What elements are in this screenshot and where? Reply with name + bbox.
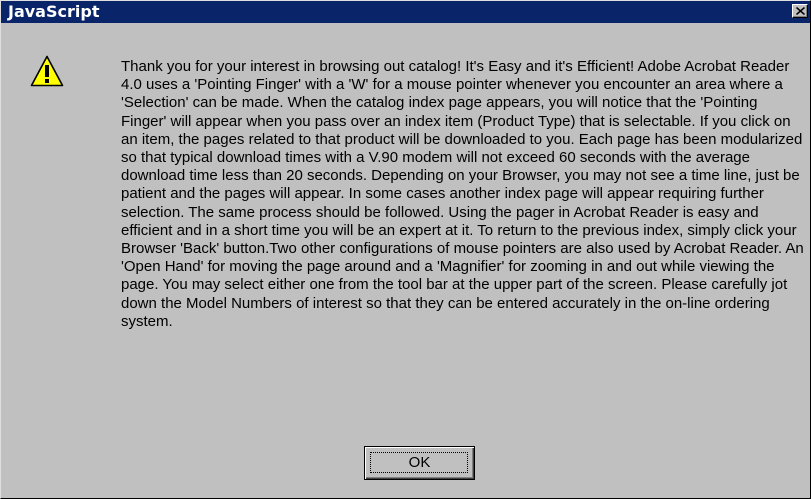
warning-icon	[30, 55, 64, 87]
title-bar[interactable]: JavaScript	[1, 1, 810, 23]
close-button[interactable]	[792, 4, 808, 18]
javascript-dialog: JavaScript Thank you for your interest i…	[0, 0, 811, 499]
ok-button[interactable]: OK	[364, 446, 475, 480]
close-icon	[796, 7, 805, 15]
window-title: JavaScript	[8, 2, 100, 21]
ok-button-label: OK	[408, 454, 431, 471]
dialog-message: Thank you for your interest in browsing …	[121, 58, 804, 330]
